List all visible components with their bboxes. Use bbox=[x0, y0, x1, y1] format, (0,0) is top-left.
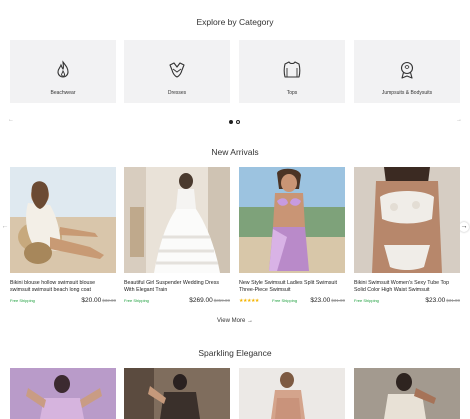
shipping-label: Free Shipping bbox=[354, 298, 379, 303]
product-image[interactable] bbox=[239, 368, 345, 419]
old-price: $359.00 bbox=[213, 298, 230, 303]
shipping-label: Free Shipping bbox=[10, 298, 35, 303]
category-label: Tops bbox=[286, 90, 298, 96]
product-card[interactable]: Bikini blouse hollow swimsuit blouse swi… bbox=[10, 167, 116, 304]
old-price: $31.00 bbox=[331, 298, 345, 303]
old-price: $32.00 bbox=[102, 298, 116, 303]
shipping-label: Free Shipping bbox=[124, 298, 149, 303]
category-label: Jumpsuits & Bodysuits bbox=[381, 90, 433, 96]
product-price: $269.00$359.00 bbox=[189, 297, 230, 304]
products-next-arrow[interactable]: → bbox=[459, 222, 469, 232]
product-card[interactable]: Bikini Swimsuit Women's Sexy Tube Top So… bbox=[354, 167, 460, 304]
section-title-categories: Explore by Category bbox=[196, 17, 274, 27]
product-title[interactable]: Beautiful Girl Suspender Wedding Dress W… bbox=[124, 280, 230, 294]
rating-stars: ★★★★★ bbox=[239, 297, 259, 304]
category-label: Dresses bbox=[167, 90, 187, 96]
category-label: Beachwear bbox=[50, 90, 76, 96]
product-price: $20.00$32.00 bbox=[81, 297, 116, 304]
category-next-arrow[interactable]: → bbox=[456, 117, 462, 123]
product-title[interactable]: Bikini blouse hollow swimsuit blouse swi… bbox=[10, 280, 116, 294]
current-price: $20.00 bbox=[81, 297, 102, 304]
product-price: $23.00$31.00 bbox=[310, 297, 345, 304]
category-card-dresses[interactable]: Dresses bbox=[124, 40, 230, 103]
current-price: $23.00 bbox=[310, 297, 331, 304]
carousel-dot-active[interactable] bbox=[229, 120, 233, 124]
section-title-new-arrivals: New Arrivals bbox=[211, 147, 259, 157]
product-image[interactable] bbox=[124, 167, 230, 273]
product-card[interactable]: New Style Swimsuit Ladies Split Swimsuit… bbox=[239, 167, 345, 304]
shirt-icon bbox=[283, 61, 301, 78]
product-image[interactable] bbox=[354, 167, 460, 273]
section-title-sparkling-elegance: Sparkling Elegance bbox=[198, 348, 272, 358]
product-image[interactable] bbox=[10, 368, 116, 419]
product-image[interactable] bbox=[124, 368, 230, 419]
flame-icon bbox=[57, 60, 69, 78]
badge-icon bbox=[400, 61, 414, 79]
products-prev-arrow[interactable]: ← bbox=[0, 222, 10, 232]
carousel-dot[interactable] bbox=[236, 120, 240, 124]
view-more-link[interactable]: View More → bbox=[0, 318, 470, 324]
old-price: $31.00 bbox=[446, 298, 460, 303]
product-card[interactable]: Beautiful Girl Suspender Wedding Dress W… bbox=[124, 167, 230, 304]
category-prev-arrow[interactable]: ← bbox=[8, 117, 14, 123]
category-card-beachwear[interactable]: Beachwear bbox=[10, 40, 116, 103]
carousel-dots bbox=[229, 120, 240, 124]
category-card-tops[interactable]: Tops bbox=[239, 40, 345, 103]
dress-icon bbox=[169, 62, 185, 78]
shipping-label: Free Shipping bbox=[272, 298, 298, 303]
product-image[interactable] bbox=[239, 167, 345, 273]
product-image[interactable] bbox=[354, 368, 460, 419]
category-card-jumpsuits[interactable]: Jumpsuits & Bodysuits bbox=[354, 40, 460, 103]
product-image[interactable] bbox=[10, 167, 116, 273]
product-title[interactable]: New Style Swimsuit Ladies Split Swimsuit… bbox=[239, 280, 345, 294]
current-price: $23.00 bbox=[425, 297, 446, 304]
current-price: $269.00 bbox=[189, 297, 213, 304]
product-title[interactable]: Bikini Swimsuit Women's Sexy Tube Top So… bbox=[354, 280, 460, 294]
product-price: $23.00$31.00 bbox=[425, 297, 460, 304]
